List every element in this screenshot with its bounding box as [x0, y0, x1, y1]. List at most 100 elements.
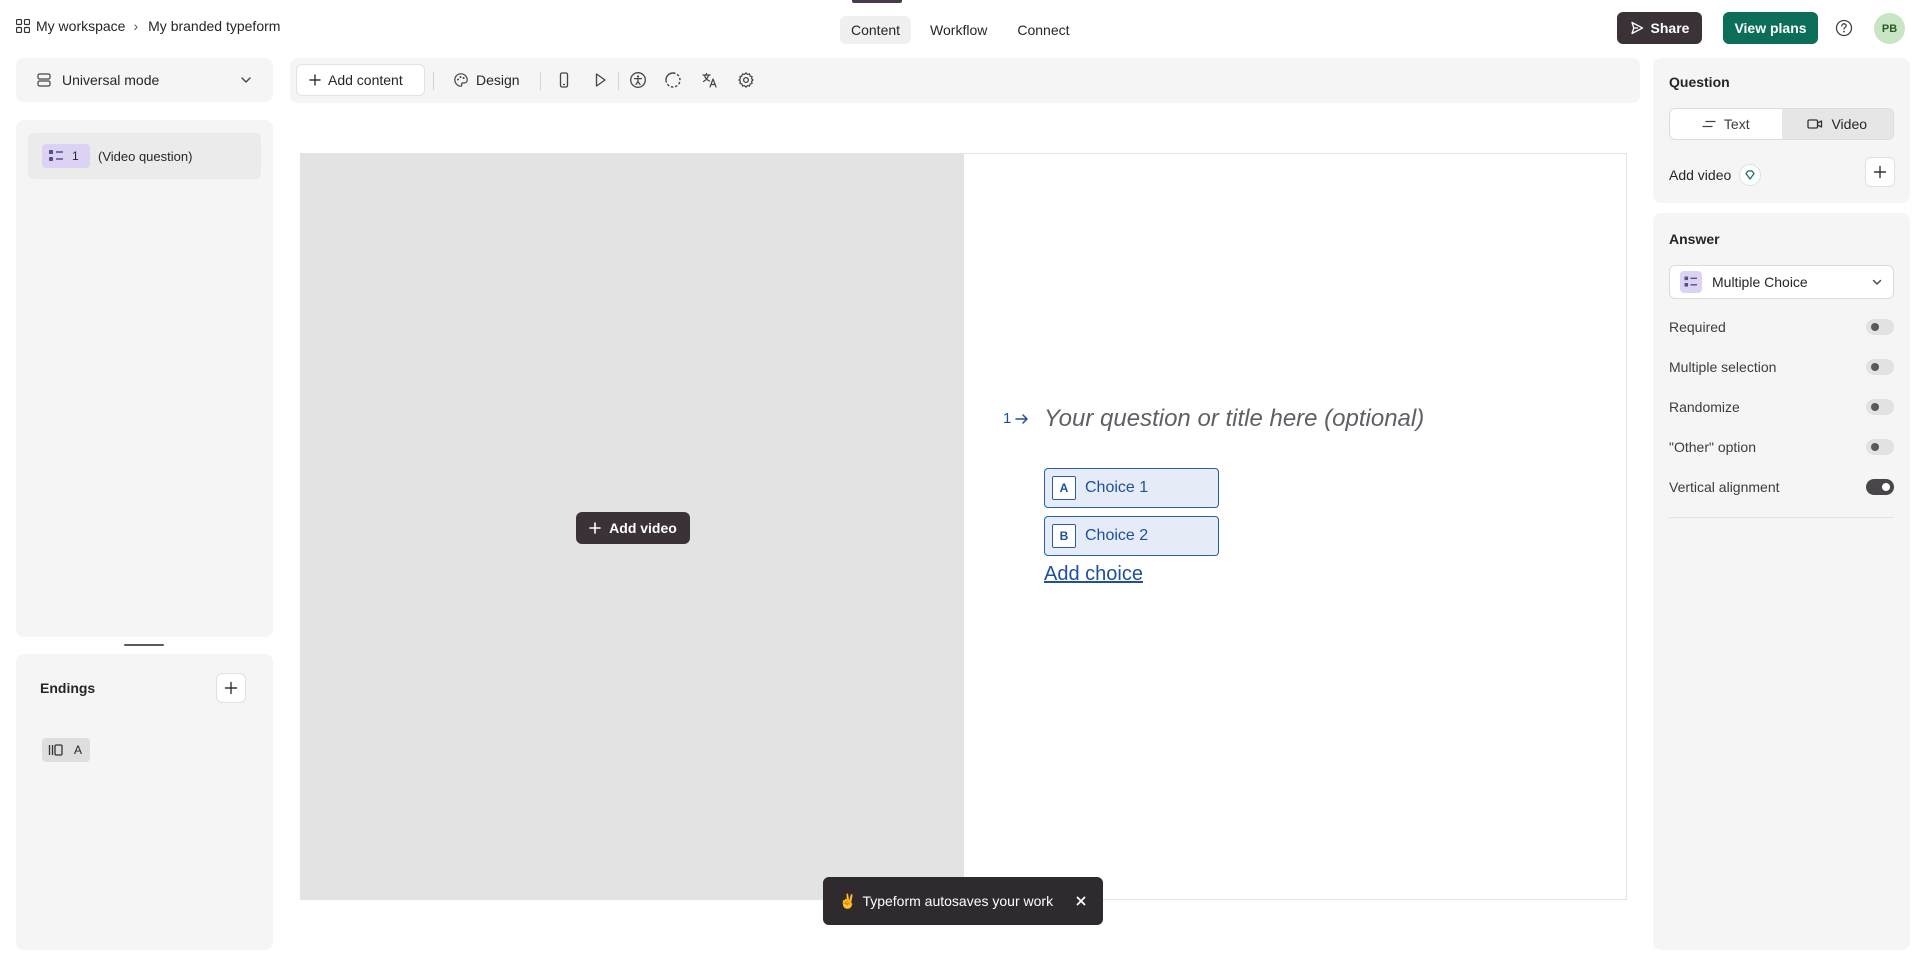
choice-label: Choice 1	[1085, 479, 1149, 496]
endings-title: Endings	[40, 680, 96, 696]
form-preview-canvas: Add video 1 Your question or title here …	[300, 153, 1627, 900]
answer-heading: Answer	[1669, 231, 1720, 247]
required-toggle[interactable]	[1866, 319, 1894, 335]
panel-divider	[1669, 517, 1894, 518]
question-settings-panel: Question Text Video Add video	[1653, 58, 1910, 203]
toolbar-divider	[433, 72, 434, 90]
toggle-row-vertical-alignment: Vertical alignment	[1669, 477, 1894, 497]
question-label: (Video question)	[98, 148, 193, 164]
add-content-label: Add content	[328, 72, 403, 88]
toggle-label: Multiple selection	[1669, 359, 1777, 375]
add-choice-link[interactable]: Add choice	[1044, 563, 1143, 586]
progress-icon[interactable]	[663, 70, 683, 90]
toggle-label: "Other" option	[1669, 439, 1756, 455]
play-preview-icon[interactable]	[590, 70, 610, 90]
list-item[interactable]: 1 (Video question)	[28, 133, 261, 179]
answer-settings-panel: Answer Multiple Choice Required Multiple…	[1653, 213, 1910, 950]
choice-key: B	[1052, 524, 1076, 548]
add-video-label: Add video	[609, 520, 677, 536]
tab-content[interactable]: Content	[840, 16, 912, 44]
toggle-label: Randomize	[1669, 399, 1740, 415]
translate-icon[interactable]	[700, 70, 720, 90]
tab-workflow[interactable]: Workflow	[919, 16, 998, 44]
ending-item[interactable]: A	[42, 738, 90, 762]
toggle-row-randomize: Randomize	[1669, 397, 1894, 417]
toolbar-divider	[618, 72, 619, 90]
vertical-alignment-toggle[interactable]	[1866, 479, 1894, 495]
accessibility-icon[interactable]	[628, 70, 648, 90]
send-icon	[1630, 21, 1643, 35]
plus-icon	[1873, 165, 1887, 179]
view-plans-button[interactable]: View plans	[1723, 12, 1818, 44]
answer-type-label: Multiple Choice	[1712, 274, 1808, 290]
add-video-row: Add video	[1669, 164, 1762, 186]
question-list: 1 (Video question)	[16, 120, 273, 637]
mode-selector[interactable]: Universal mode	[16, 58, 273, 102]
toggle-label: Required	[1669, 319, 1726, 335]
plus-icon	[224, 681, 238, 695]
answer-type-select[interactable]: Multiple Choice	[1669, 265, 1894, 299]
premium-diamond-icon	[1739, 164, 1762, 186]
add-video-plus-button[interactable]	[1865, 157, 1895, 187]
panel-resize-handle[interactable]	[124, 644, 164, 646]
video-media-pane: Add video	[301, 154, 964, 899]
ending-label: A	[74, 743, 83, 757]
autosave-toast: ✌ Typeform autosaves your work	[823, 877, 1103, 925]
toggle-row-other-option: "Other" option	[1669, 437, 1894, 457]
avatar[interactable]: PB	[1874, 13, 1905, 44]
help-icon[interactable]	[1834, 18, 1854, 38]
multiple-choice-icon	[1680, 271, 1702, 293]
question-type-toggle: Text Video	[1669, 108, 1894, 140]
chevron-down-icon	[1872, 279, 1882, 285]
endings-section: Endings A	[16, 654, 273, 950]
text-lines-icon	[1702, 120, 1716, 128]
top-bar: My workspace › My branded typeform Conte…	[0, 0, 1920, 56]
ending-screen-icon	[48, 744, 63, 756]
layers-icon	[37, 73, 51, 87]
share-button[interactable]: Share	[1617, 12, 1702, 44]
plus-icon	[309, 74, 321, 86]
multiple-selection-toggle[interactable]	[1866, 359, 1894, 375]
choice-label: Choice 2	[1085, 527, 1149, 544]
question-title-input[interactable]: Your question or title here (optional)	[1044, 405, 1424, 433]
chevron-down-icon	[241, 77, 251, 83]
main-nav-tabs: Content Workflow Connect	[840, 16, 1081, 44]
question-number-indicator: 1	[1003, 410, 1029, 427]
toggle-label: Vertical alignment	[1669, 479, 1780, 495]
video-camera-icon	[1807, 119, 1823, 129]
victory-hand-icon: ✌	[839, 892, 857, 909]
editor-toolbar: Add content Design	[290, 58, 1640, 103]
settings-gear-icon[interactable]	[736, 70, 756, 90]
breadcrumb: My workspace › My branded typeform	[16, 18, 280, 34]
plus-icon	[589, 522, 601, 534]
choice-key: A	[1052, 476, 1076, 500]
toast-message: Typeform autosaves your work	[862, 893, 1054, 909]
add-video-label: Add video	[1669, 167, 1732, 183]
arrow-right-icon	[1015, 413, 1029, 424]
toolbar-divider	[540, 72, 541, 90]
choice-option[interactable]: B Choice 2	[1044, 516, 1219, 556]
segment-text[interactable]: Text	[1670, 109, 1782, 139]
question-number: 1	[1003, 410, 1012, 427]
multiple-choice-icon	[49, 150, 63, 161]
chevron-right-icon: ›	[133, 18, 139, 34]
toggle-row-required: Required	[1669, 317, 1894, 337]
toggle-row-multiple-selection: Multiple selection	[1669, 357, 1894, 377]
breadcrumb-form-name[interactable]: My branded typeform	[148, 18, 280, 34]
other-option-toggle[interactable]	[1866, 439, 1894, 455]
add-content-button[interactable]: Add content	[296, 64, 425, 96]
design-button[interactable]: Design	[441, 64, 532, 96]
tab-connect[interactable]: Connect	[1006, 16, 1080, 44]
apps-grid-icon[interactable]	[16, 19, 30, 33]
randomize-toggle[interactable]	[1866, 399, 1894, 415]
segment-video[interactable]: Video	[1781, 109, 1893, 139]
choice-option[interactable]: A Choice 1	[1044, 468, 1219, 508]
mobile-preview-icon[interactable]	[554, 70, 574, 90]
segment-text-label: Text	[1723, 116, 1750, 132]
close-icon[interactable]	[1075, 895, 1087, 907]
add-ending-button[interactable]	[216, 673, 246, 703]
breadcrumb-workspace[interactable]: My workspace	[36, 18, 125, 34]
question-heading: Question	[1669, 74, 1730, 90]
active-tab-indicator	[852, 0, 902, 3]
add-video-button[interactable]: Add video	[576, 512, 690, 544]
